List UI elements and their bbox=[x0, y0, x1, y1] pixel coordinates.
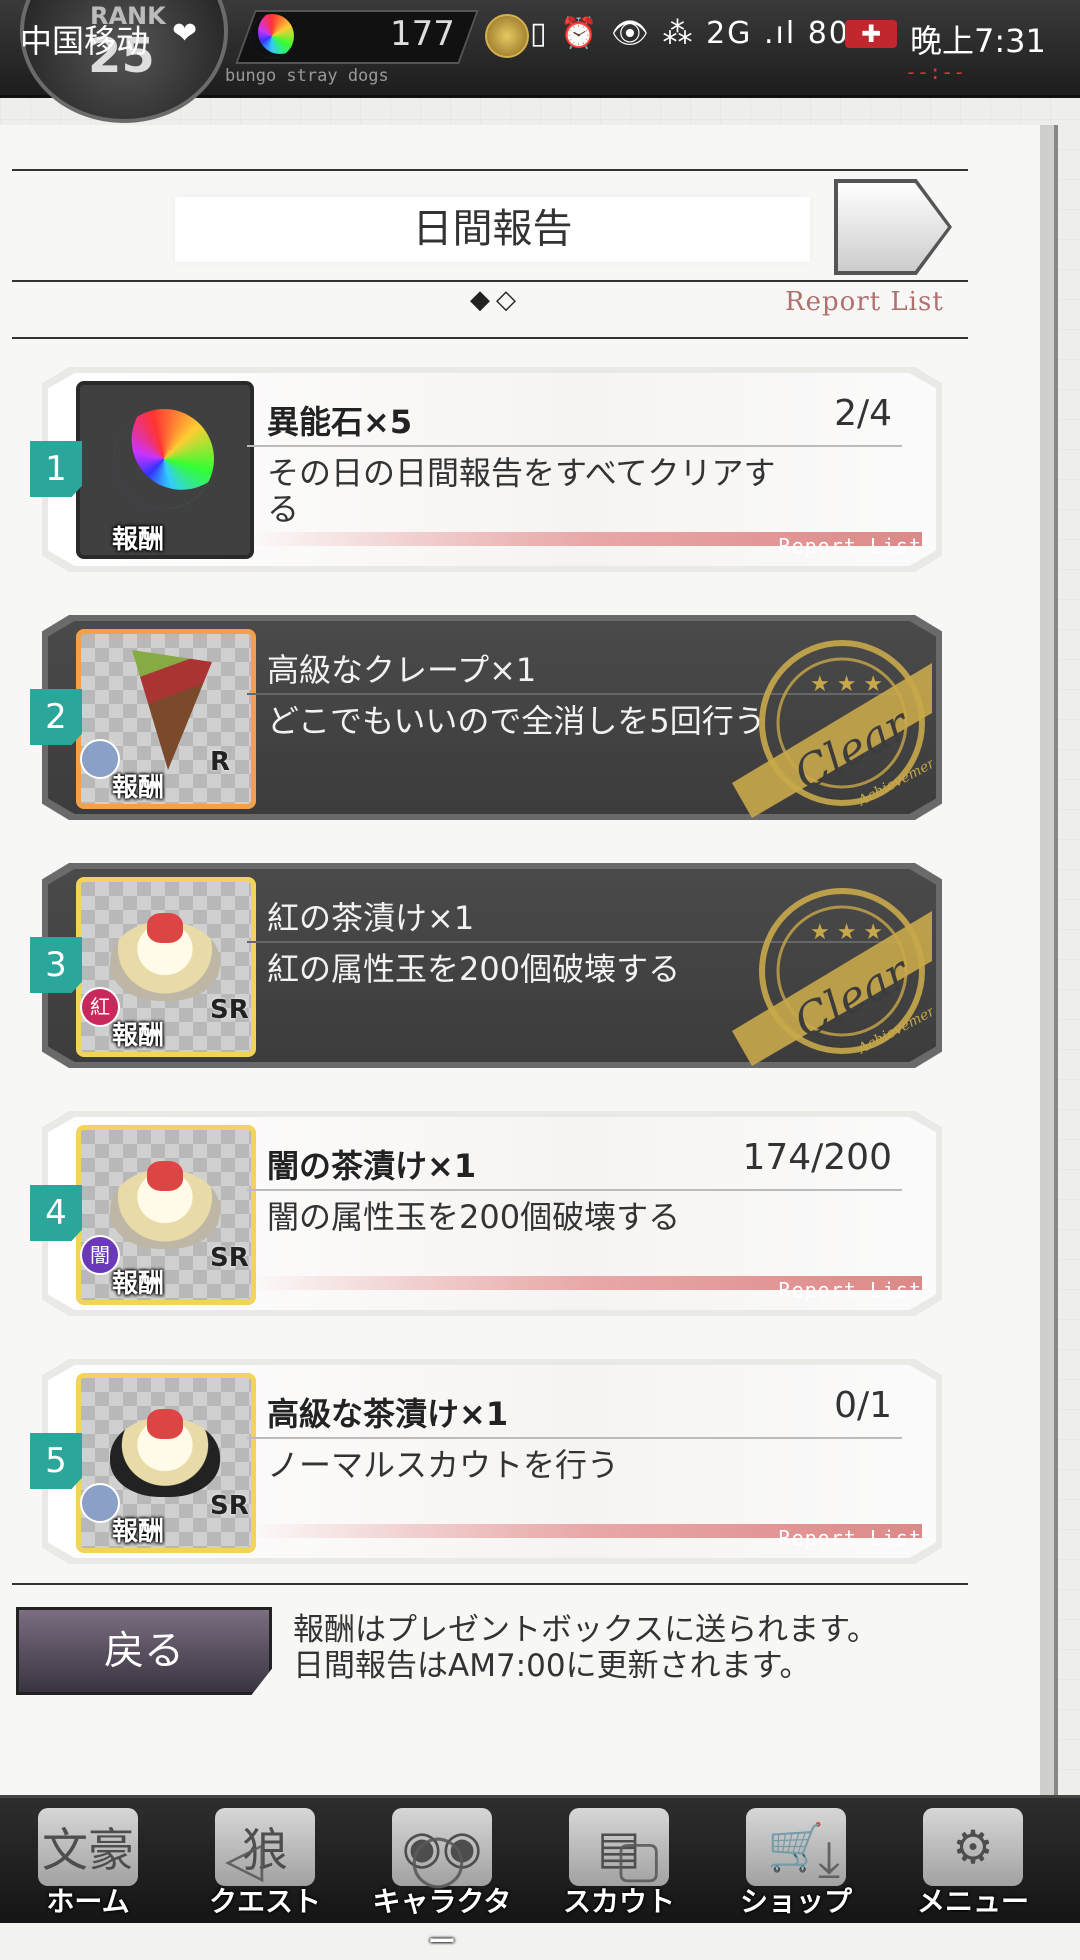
nav-menu[interactable]: ⚙ メニュー bbox=[893, 1798, 1053, 1923]
card-number: 2 bbox=[30, 689, 82, 745]
card-report-list-label: Report List bbox=[778, 534, 922, 558]
bowl-topping bbox=[147, 1409, 183, 1439]
bowl-topping bbox=[147, 1161, 183, 1191]
card-number: 1 bbox=[30, 441, 82, 497]
gear-icon: ⚙ bbox=[923, 1808, 1023, 1886]
progress-count: 174/200 bbox=[742, 1137, 892, 1178]
bottom-nav: 文豪 ホーム 狼 クエスト ◉◉ キャラクター ▤ スカウト 🛒 ショップ ⚙ … bbox=[0, 1795, 1080, 1958]
card-divider bbox=[247, 1437, 902, 1439]
task-description: その日の日間報告をすべてクリアする bbox=[267, 454, 776, 528]
report-card-1[interactable]: 報酬 1 異能石×5 2/4 その日の日間報告をすべてクリアする Report … bbox=[30, 367, 942, 572]
report-card-4[interactable]: 闇 SR 報酬 4 闇の茶漬け×1 174/200 闇の属性玉を200個破壊する… bbox=[30, 1111, 942, 1316]
reward-label: 報酬 bbox=[112, 773, 165, 803]
gem-count: 177 bbox=[390, 14, 455, 54]
clear-stamp: ★ ★ ★ Clear Achievement bbox=[732, 640, 932, 818]
nav-shop-label: ショップ bbox=[739, 1885, 852, 1918]
footer-note-line-1: 報酬はプレゼントボックスに送られます。 bbox=[293, 1612, 878, 1648]
rarity-label: SR bbox=[210, 995, 249, 1025]
reward-name: 異能石×5 bbox=[267, 403, 413, 441]
status-carrier: 中国移动 bbox=[20, 22, 149, 60]
divider bbox=[12, 1583, 968, 1585]
reward-label: 報酬 bbox=[112, 1269, 165, 1299]
footer-note-line-2: 日間報告はAM7:00に更新されます。 bbox=[293, 1648, 811, 1684]
card-report-list-label: Report List bbox=[778, 1278, 922, 1302]
card-divider bbox=[247, 1189, 902, 1191]
android-back-icon[interactable]: ◁ bbox=[225, 1830, 263, 1888]
nav-home-label: ホーム bbox=[46, 1885, 130, 1918]
reward-label: 報酬 bbox=[112, 525, 165, 555]
card-report-list-label: Report List bbox=[778, 1526, 922, 1550]
report-card-5[interactable]: SR 報酬 5 高級な茶漬け×1 0/1 ノーマルスカウトを行う Report … bbox=[30, 1359, 942, 1564]
card-number: 5 bbox=[30, 1433, 82, 1489]
heart-icon: ❤ bbox=[172, 16, 198, 51]
rarity-label: SR bbox=[210, 1243, 249, 1273]
divider bbox=[12, 169, 968, 171]
battery-icon: ✚ bbox=[845, 20, 897, 48]
home-icon: 文豪 bbox=[38, 1808, 138, 1886]
game-subtitle: bungo stray dogs bbox=[225, 66, 389, 86]
reward-label: 報酬 bbox=[112, 1517, 165, 1547]
report-list-link[interactable]: Report List bbox=[785, 287, 944, 317]
task-description: 闇の属性玉を200個破壊する bbox=[267, 1198, 681, 1236]
nav-quest[interactable]: 狼 クエスト bbox=[185, 1798, 345, 1923]
progress-count: 2/4 bbox=[834, 393, 892, 434]
daily-report-panel: 日間報告 ◆◇ Report List 報酬 1 異能石×5 2/4 その日の日… bbox=[0, 125, 1054, 1800]
card-number: 3 bbox=[30, 937, 82, 993]
footer-note: 報酬はプレゼントボックスに送られます。 日間報告はAM7:00に更新されます。 bbox=[293, 1612, 878, 1684]
svg-text:★ ★ ★: ★ ★ ★ bbox=[810, 672, 883, 697]
rarity-label: SR bbox=[210, 1491, 249, 1521]
clear-stamp: ★ ★ ★ Clear Achievement bbox=[732, 888, 932, 1066]
android-download-icon[interactable]: ⤓ bbox=[818, 1830, 840, 1889]
page-indicator: ◆◇ bbox=[470, 285, 522, 315]
divider bbox=[12, 337, 968, 339]
reward-name: 高級な茶漬け×1 bbox=[267, 1395, 509, 1433]
top-bar: RANK 25 中国移动 ❤ bungo stray dogs 177 ▯ ⏰ … bbox=[0, 0, 1080, 123]
page-title: 日間報告 bbox=[175, 197, 810, 262]
bowl-topping bbox=[147, 913, 183, 943]
reward-name: 紅の茶漬け×1 bbox=[267, 899, 475, 937]
card-number: 4 bbox=[30, 1185, 82, 1241]
svg-text:★ ★ ★: ★ ★ ★ bbox=[810, 920, 883, 945]
reward-name: 高級なクレープ×1 bbox=[267, 651, 537, 689]
report-card-2[interactable]: R 報酬 2 高級なクレープ×1 どこでもいいので全消しを5回行う ★ ★ ★ … bbox=[30, 615, 942, 820]
nav-character-label: キャラクター bbox=[372, 1885, 512, 1958]
nav-menu-label: メニュー bbox=[916, 1885, 1029, 1918]
back-button[interactable]: 戻る bbox=[16, 1607, 272, 1695]
status-icons: ▯ ⏰ 👁 ⁂ 2G .ıl 80% bbox=[530, 16, 881, 51]
reward-name: 闇の茶漬け×1 bbox=[267, 1147, 477, 1185]
reward-label: 報酬 bbox=[112, 1021, 165, 1051]
status-time: 晚上7:31 bbox=[910, 22, 1046, 60]
task-description: ノーマルスカウトを行う bbox=[267, 1446, 620, 1484]
android-recents-icon[interactable]: ▢ bbox=[615, 1830, 662, 1888]
gem-icon bbox=[250, 14, 294, 58]
card-divider bbox=[247, 445, 902, 447]
nav-home[interactable]: 文豪 ホーム bbox=[8, 1798, 168, 1923]
report-card-3[interactable]: 紅 SR 報酬 3 紅の茶漬け×1 紅の属性玉を200個破壊する ★ ★ ★ C… bbox=[30, 863, 942, 1068]
stamina-timer: --:-- bbox=[905, 60, 966, 84]
coin-icon bbox=[485, 14, 529, 58]
nav-quest-label: クエスト bbox=[208, 1885, 321, 1918]
rarity-label: R bbox=[210, 747, 231, 777]
nav-shop[interactable]: 🛒 ショップ bbox=[716, 1798, 876, 1923]
progress-count: 0/1 bbox=[834, 1385, 892, 1426]
divider bbox=[12, 280, 968, 282]
android-home-icon[interactable]: ◯ bbox=[410, 1830, 466, 1888]
next-page-arrow[interactable] bbox=[838, 183, 948, 271]
